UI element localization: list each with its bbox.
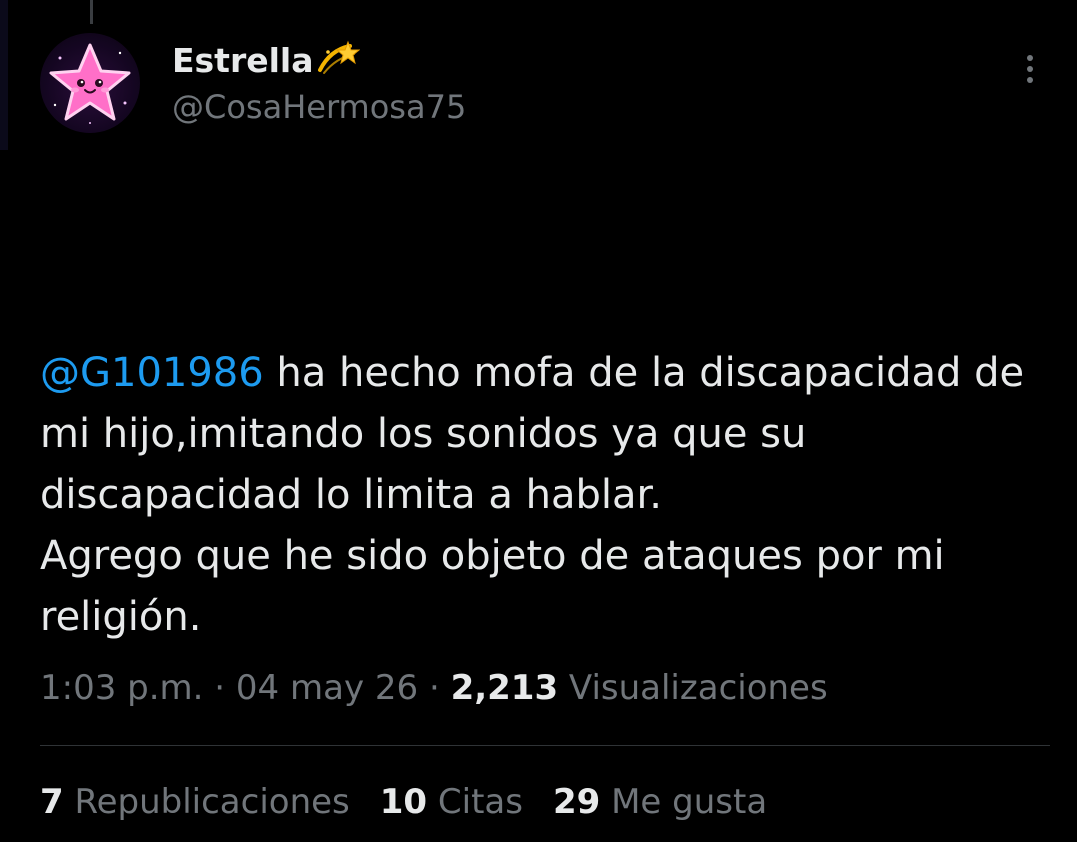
window-edge	[0, 0, 8, 150]
quotes-count: 10	[379, 782, 428, 822]
tweet-paragraph-1: @G101986 ha hecho mofa de la discapacida…	[40, 343, 1050, 526]
tweet-meta: 1:03 p.m. · 04 may 26 · 2,213 Visualizac…	[40, 668, 828, 708]
avatar[interactable]	[40, 33, 140, 133]
quotes-label: Citas	[427, 782, 523, 822]
divider	[40, 745, 1050, 746]
more-dot	[1027, 66, 1033, 72]
more-options-icon[interactable]	[1018, 55, 1042, 95]
views-count: 2,213	[450, 668, 559, 708]
tweet-date[interactable]: 04 may 26	[236, 668, 418, 708]
reposts-stat[interactable]: 7 Republicaciones	[40, 782, 350, 822]
likes-label: Me gusta	[600, 782, 768, 822]
quotes-stat[interactable]: 10 Citas	[380, 782, 523, 822]
author-display-name[interactable]: Estrella	[172, 40, 360, 80]
likes-count: 29	[552, 782, 601, 822]
display-name-text: Estrella	[172, 41, 314, 80]
reposts-label: Republicaciones	[63, 782, 350, 822]
pink-star-avatar-icon	[49, 43, 131, 124]
meta-separator: ·	[203, 668, 236, 708]
tweet-time[interactable]: 1:03 p.m.	[40, 668, 203, 708]
more-dot	[1027, 55, 1033, 61]
views-label: Visualizaciones	[558, 668, 828, 708]
dizzy-star-emoji-icon	[317, 40, 360, 74]
meta-separator: ·	[418, 668, 451, 708]
more-dot	[1027, 77, 1033, 83]
mention-link[interactable]: @G101986	[40, 350, 264, 396]
thread-connector-line	[90, 0, 93, 24]
tweet-body: @G101986 ha hecho mofa de la discapacida…	[40, 343, 1050, 648]
author-handle[interactable]: @CosaHermosa75	[172, 88, 466, 126]
engagement-stats: 7 Republicaciones 10 Citas 29 Me gusta	[40, 782, 797, 822]
tweet-paragraph-2: Agrego que he sido objeto de ataques por…	[40, 533, 945, 640]
reposts-count: 7	[40, 782, 64, 822]
likes-stat[interactable]: 29 Me gusta	[553, 782, 767, 822]
